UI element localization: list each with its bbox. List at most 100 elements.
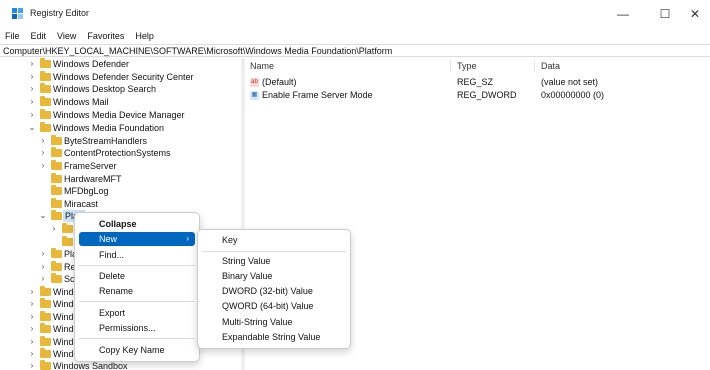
- folder-icon: [40, 336, 51, 346]
- tree-item-label: Windows Desktop Search: [53, 84, 157, 94]
- chevron-down-icon[interactable]: ⌄: [39, 210, 47, 222]
- tree-item[interactable]: › ByteStreamHandlers: [0, 135, 240, 147]
- menu-divider: [79, 338, 195, 339]
- binary-value-icon: ▦: [250, 91, 259, 100]
- submenu-item-expandable-string-value[interactable]: Expandable String Value: [202, 330, 346, 344]
- menu-divider: [79, 301, 195, 302]
- menu-file[interactable]: File: [0, 28, 26, 44]
- address-bar[interactable]: Computer\HKEY_LOCAL_MACHINE\SOFTWARE\Mic…: [0, 44, 710, 57]
- chevron-right-icon[interactable]: ›: [39, 273, 47, 285]
- folder-icon: [51, 147, 62, 157]
- folder-icon: [51, 273, 62, 283]
- chevron-right-icon[interactable]: ›: [28, 286, 36, 298]
- menu-item-find[interactable]: Find...: [79, 248, 195, 262]
- menu-item-delete[interactable]: Delete: [79, 269, 195, 283]
- tree-item[interactable]: › Windows Defender: [0, 58, 240, 70]
- folder-icon: [40, 83, 51, 93]
- menu-divider: [202, 251, 346, 252]
- menu-item-permissions[interactable]: Permissions...: [79, 321, 195, 335]
- tree-item[interactable]: HardwareMFT: [0, 173, 240, 185]
- folder-icon: [40, 71, 51, 81]
- chevron-right-icon[interactable]: ›: [28, 83, 36, 95]
- tree-item[interactable]: › Windows Media Device Manager: [0, 109, 240, 121]
- tree-item[interactable]: › ContentProtectionSystems: [0, 147, 240, 159]
- folder-icon: [40, 298, 51, 308]
- column-header-name[interactable]: Name: [250, 61, 274, 71]
- folder-icon: [51, 198, 62, 208]
- table-row[interactable]: ▦ Enable Frame Server Mode REG_DWORD 0x0…: [245, 89, 710, 102]
- tree-item[interactable]: › Windows Defender Security Center: [0, 71, 240, 83]
- chevron-right-icon[interactable]: ›: [39, 160, 47, 172]
- chevron-right-icon[interactable]: ›: [28, 311, 36, 323]
- table-row[interactable]: ab (Default) REG_SZ (value not set): [245, 76, 710, 89]
- folder-icon: [40, 96, 51, 106]
- tree-item-label: Windows Defender: [53, 59, 130, 69]
- new-submenu: Key String Value Binary Value DWORD (32-…: [197, 229, 351, 349]
- close-button[interactable]: ✕: [680, 4, 710, 24]
- folder-open-icon: [40, 122, 51, 132]
- chevron-right-icon[interactable]: ›: [28, 109, 36, 121]
- tree-item[interactable]: MFDbgLog: [0, 185, 240, 197]
- menu-item-export[interactable]: Export: [79, 306, 195, 320]
- menu-view[interactable]: View: [52, 28, 82, 44]
- maximize-icon: ☐: [659, 7, 671, 21]
- tree-item[interactable]: › FrameServer: [0, 160, 240, 172]
- menu-item-rename[interactable]: Rename: [79, 284, 195, 298]
- tree-item[interactable]: Miracast: [0, 198, 240, 210]
- column-divider[interactable]: [534, 60, 535, 72]
- folder-icon: [40, 286, 51, 296]
- submenu-item-binary-value[interactable]: Binary Value: [202, 269, 346, 283]
- tree-item-label: FrameServer: [64, 161, 117, 171]
- tree-item-label: Windows Mail: [53, 97, 109, 107]
- submenu-item-key[interactable]: Key: [202, 233, 346, 247]
- chevron-right-icon[interactable]: ›: [28, 336, 36, 348]
- maximize-button[interactable]: ☐: [650, 4, 680, 24]
- folder-icon: [51, 261, 62, 271]
- context-menu: Collapse New › Find... Delete Rename Exp…: [74, 212, 200, 362]
- menu-edit[interactable]: Edit: [26, 28, 53, 44]
- column-header-data[interactable]: Data: [541, 61, 560, 71]
- menu-item-new[interactable]: New ›: [79, 232, 195, 246]
- chevron-right-icon[interactable]: ›: [28, 348, 36, 360]
- chevron-right-icon[interactable]: ›: [28, 58, 36, 70]
- chevron-right-icon[interactable]: ›: [28, 96, 36, 108]
- chevron-right-icon[interactable]: ›: [39, 261, 47, 273]
- submenu-item-multi-string-value[interactable]: Multi-String Value: [202, 315, 346, 329]
- submenu-item-string-value[interactable]: String Value: [202, 254, 346, 268]
- value-name: (Default): [262, 77, 297, 87]
- menu-item-new-label: New: [99, 234, 118, 244]
- menu-item-copy-key-name[interactable]: Copy Key Name: [79, 343, 195, 357]
- submenu-item-qword-value[interactable]: QWORD (64-bit) Value: [202, 299, 346, 313]
- chevron-right-icon[interactable]: ›: [28, 298, 36, 310]
- folder-icon: [40, 323, 51, 333]
- chevron-down-icon[interactable]: ⌄: [28, 122, 36, 134]
- menu-favorites[interactable]: Favorites: [82, 28, 130, 44]
- chevron-right-icon[interactable]: ›: [39, 135, 47, 147]
- tree-item[interactable]: ⌄ Windows Media Foundation: [0, 122, 240, 134]
- column-header-type[interactable]: Type: [457, 61, 477, 71]
- value-data: (value not set): [541, 77, 599, 87]
- tree-item[interactable]: › Windows Desktop Search: [0, 83, 240, 95]
- tree-item[interactable]: › Windows Mail: [0, 96, 240, 108]
- folder-icon: [51, 160, 62, 170]
- folder-open-icon: [51, 210, 62, 220]
- menu-item-collapse[interactable]: Collapse: [79, 217, 195, 231]
- folder-icon: [40, 58, 51, 68]
- tree-item-label: Windows Media Foundation: [53, 123, 165, 133]
- chevron-right-icon: ›: [186, 234, 189, 243]
- chevron-right-icon[interactable]: ›: [50, 223, 58, 235]
- folder-icon: [40, 348, 51, 358]
- submenu-item-dword-value[interactable]: DWORD (32-bit) Value: [202, 284, 346, 298]
- column-divider[interactable]: [450, 60, 451, 72]
- chevron-right-icon[interactable]: ›: [28, 360, 36, 370]
- chevron-right-icon[interactable]: ›: [39, 147, 47, 159]
- minimize-button[interactable]: —: [608, 4, 638, 24]
- tree-item-label: Windows Defender Security Center: [53, 72, 194, 82]
- chevron-right-icon[interactable]: ›: [28, 323, 36, 335]
- menu-bar: File Edit View Favorites Help: [0, 28, 710, 44]
- chevron-right-icon[interactable]: ›: [28, 71, 36, 83]
- menu-help[interactable]: Help: [130, 28, 160, 44]
- chevron-right-icon[interactable]: ›: [39, 248, 47, 260]
- tree-item-label: ByteStreamHandlers: [64, 136, 148, 146]
- minimize-icon: —: [617, 7, 629, 21]
